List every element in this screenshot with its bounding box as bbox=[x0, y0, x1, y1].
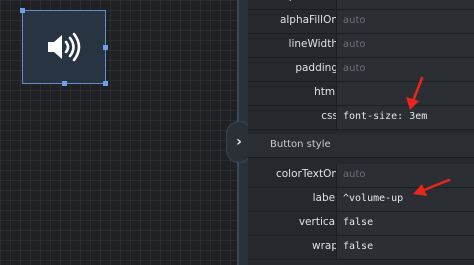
property-row-label: label ^volume-up bbox=[248, 188, 474, 212]
property-value-input[interactable]: font-size: 3em bbox=[336, 106, 474, 129]
property-value-input[interactable]: ^volume-up bbox=[336, 188, 474, 211]
resize-handle-right[interactable] bbox=[103, 45, 108, 50]
property-label: label bbox=[312, 192, 338, 204]
section-title: Button style bbox=[270, 139, 331, 150]
property-row-vertical: vertical false bbox=[248, 212, 474, 236]
property-label: wrap bbox=[311, 240, 338, 252]
property-row-html: html bbox=[248, 82, 474, 106]
property-row-colortexton: colorTextOn auto bbox=[248, 164, 474, 188]
resize-handle-bottom-center[interactable] bbox=[62, 81, 67, 86]
property-row-css: css font-size: 3em bbox=[248, 106, 474, 130]
property-value-input[interactable]: auto bbox=[336, 0, 474, 9]
resize-handle-bottom-right[interactable] bbox=[103, 81, 108, 86]
button-widget[interactable] bbox=[20, 8, 108, 86]
property-row-alphafilloff: alphaFillOff auto bbox=[248, 0, 474, 10]
property-row-padding: padding auto bbox=[248, 58, 474, 82]
property-value-input[interactable]: auto bbox=[336, 34, 474, 57]
property-value-input[interactable]: auto bbox=[336, 10, 474, 33]
property-label: alphaFillOff bbox=[279, 0, 338, 2]
property-label: html bbox=[314, 86, 338, 98]
resize-handle-top-left[interactable] bbox=[20, 8, 25, 13]
section-header-button-style[interactable]: Button style bbox=[248, 134, 474, 158]
property-label: colorTextOn bbox=[275, 168, 338, 180]
editor-canvas[interactable] bbox=[0, 0, 237, 265]
property-label: padding bbox=[295, 62, 338, 74]
property-value-input[interactable]: false bbox=[336, 236, 474, 259]
property-value-input[interactable] bbox=[336, 82, 474, 105]
property-row-linewidth: lineWidth auto bbox=[248, 34, 474, 58]
chevron-right-icon: › bbox=[236, 134, 242, 150]
property-value-input[interactable]: false bbox=[336, 212, 474, 235]
property-row-alphafillon: alphaFillOn auto bbox=[248, 10, 474, 34]
property-value-input[interactable]: auto bbox=[336, 58, 474, 81]
property-label: vertical bbox=[298, 216, 338, 228]
property-row-wrap: wrap false bbox=[248, 236, 474, 260]
property-label: alphaFillOn bbox=[279, 14, 338, 26]
property-label: lineWidth bbox=[288, 38, 338, 50]
property-value-input[interactable]: auto bbox=[336, 164, 474, 187]
properties-panel: alphaFillOff auto alphaFillOn auto lineW… bbox=[248, 0, 474, 265]
volume-up-icon bbox=[48, 32, 81, 62]
